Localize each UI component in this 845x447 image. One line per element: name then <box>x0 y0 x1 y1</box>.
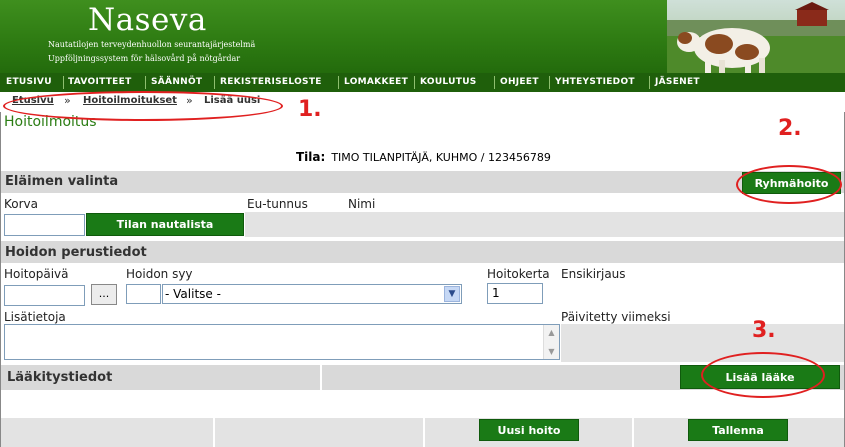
new-treatment-button[interactable]: Uusi hoito <box>479 419 579 441</box>
main-nav: ETUSIVU TAVOITTEET SÄÄNNÖT REKISTERISELO… <box>0 73 845 92</box>
medication-divider <box>320 365 322 390</box>
farm-info: Tila: TIMO TILANPITÄJÄ, KUHMO / 123456789 <box>296 150 551 164</box>
nav-item-ohjeet[interactable]: OHJEET <box>500 73 539 92</box>
nav-separator <box>338 76 339 89</box>
nav-separator <box>549 76 550 89</box>
treatment-basics-title: Hoidon perustiedot <box>5 245 147 260</box>
nav-separator <box>63 76 64 89</box>
farm-value: TIMO TILANPITÄJÄ, KUHMO / 123456789 <box>331 151 551 164</box>
treatment-round-label: Hoitokerta <box>487 267 550 281</box>
ear-tag-label: Korva <box>4 197 39 211</box>
eu-id-label: Eu-tunnus <box>247 197 308 211</box>
logo-subtitle-sv: Uppföljningssystem för hälsovård på nötg… <box>48 54 241 63</box>
scroll-down-icon[interactable]: ▼ <box>546 346 557 357</box>
logo-subtitle-fi: Nautatilojen terveydenhuollon seurantajä… <box>48 40 256 49</box>
treatment-reason-select[interactable]: - Valitse - ▼ <box>162 284 462 304</box>
logo-title: Naseva <box>88 2 207 38</box>
farm-label: Tila: <box>296 150 326 164</box>
footer-cell <box>215 418 423 447</box>
treatment-reason-label: Hoidon syy <box>126 267 193 281</box>
annotation-ring-1 <box>3 91 283 121</box>
date-picker-button[interactable]: ... <box>91 284 117 305</box>
treatment-date-input[interactable] <box>4 285 85 306</box>
animal-info-cell <box>245 212 548 237</box>
scroll-up-icon[interactable]: ▲ <box>546 327 557 338</box>
treatment-basics-header: Hoidon perustiedot <box>1 241 844 263</box>
treatment-round-input[interactable]: 1 <box>487 283 543 304</box>
textarea-scrollbar[interactable]: ▲ ▼ <box>543 325 559 359</box>
nav-separator <box>494 76 495 89</box>
annotation-number-1: 1. <box>298 97 322 122</box>
animal-selection-title: Eläimen valinta <box>5 174 119 189</box>
nav-item-lomakkeet[interactable]: LOMAKKEET <box>344 73 408 92</box>
nav-separator <box>145 76 146 89</box>
treatment-reason-code-input[interactable] <box>126 284 161 304</box>
nav-separator <box>414 76 415 89</box>
treatment-date-label: Hoitopäivä <box>4 267 69 281</box>
last-updated-label: Päivitetty viimeksi <box>561 310 671 324</box>
first-entry-label: Ensikirjaus <box>561 267 626 281</box>
extra-info-textarea[interactable]: ▲ ▼ <box>4 324 560 360</box>
chevron-down-icon[interactable]: ▼ <box>444 286 460 302</box>
animal-info-cell <box>548 212 844 237</box>
nav-item-rekisteriseloste[interactable]: REKISTERISELOSTE <box>220 73 322 92</box>
nav-separator <box>214 76 215 89</box>
extra-info-label: Lisätietoja <box>4 310 66 324</box>
medication-title: Lääkitystiedot <box>7 370 113 385</box>
footer-cell <box>1 418 213 447</box>
annotation-number-2: 2. <box>778 116 802 141</box>
nav-item-etusivu[interactable]: ETUSIVU <box>6 73 52 92</box>
annotation-ring-3 <box>701 352 825 398</box>
animal-name-label: Nimi <box>348 197 376 211</box>
treatment-reason-selected: - Valitse - <box>165 287 221 301</box>
nav-item-koulutus[interactable]: KOULUTUS <box>420 73 477 92</box>
annotation-ring-2 <box>736 165 842 204</box>
ear-tag-input[interactable] <box>4 214 85 236</box>
nav-item-saannot[interactable]: SÄÄNNÖT <box>151 73 202 92</box>
nav-item-jasenet[interactable]: JÄSENET <box>655 73 700 92</box>
nav-item-tavoitteet[interactable]: TAVOITTEET <box>68 73 132 92</box>
nav-separator <box>649 76 650 89</box>
save-button[interactable]: Tallenna <box>688 419 788 441</box>
animal-selection-header: Eläimen valinta <box>1 171 844 193</box>
nav-item-yhteystiedot[interactable]: YHTEYSTIEDOT <box>555 73 635 92</box>
farm-cattle-list-button[interactable]: Tilan nautalista <box>86 213 244 236</box>
annotation-number-3: 3. <box>752 318 776 343</box>
